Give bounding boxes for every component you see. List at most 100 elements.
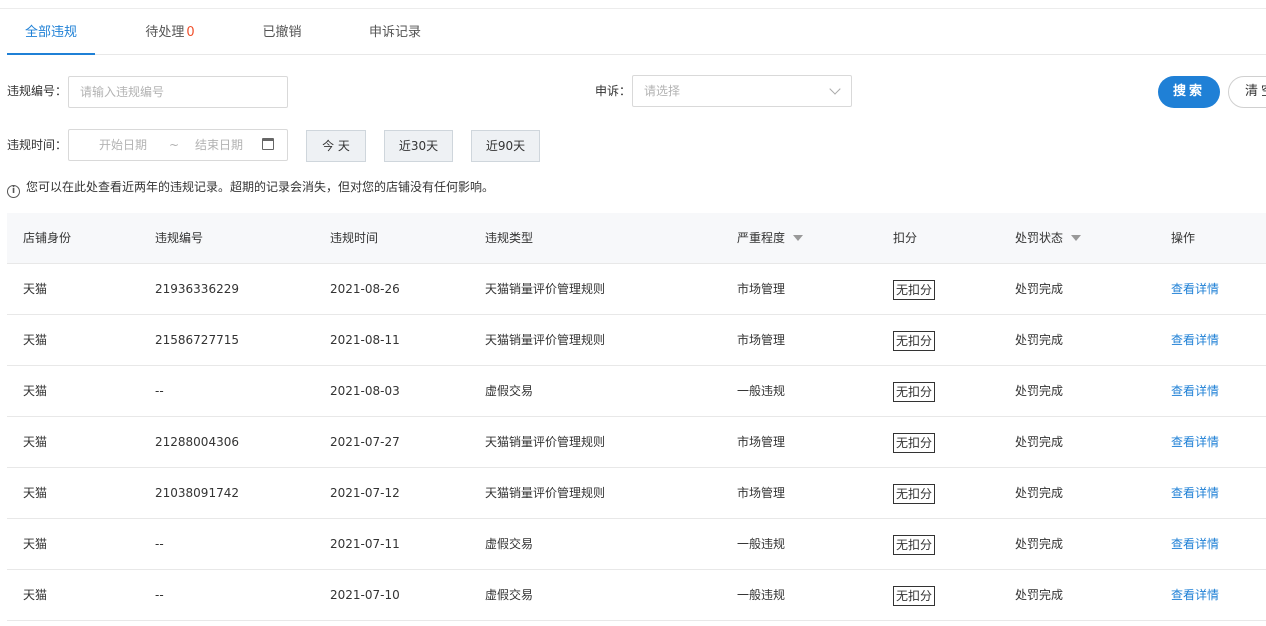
cell-violation-type: 虚假交易 [485,537,534,551]
tab-label: 待处理 [145,25,185,40]
tab-bar: 全部违规 待处理 0 已撤销 申诉记录 [7,14,1266,55]
view-details-link[interactable]: 查看详情 [1171,435,1219,449]
cell-store-identity: 天猫 [23,486,48,500]
cell-violation-time: 2021-07-11 [330,537,400,551]
last-30-days-button[interactable]: 近30天 [384,130,453,162]
cell-violation-time: 2021-08-26 [330,282,400,296]
cell-deduction: 无扣分 [893,366,936,416]
cell-penalty-status: 处罚完成 [1015,384,1064,398]
cell-violation-type: 天猫销量评价管理规则 [485,282,606,296]
clear-button[interactable]: 清空 [1228,76,1266,108]
table-row: 天猫 21288004306 2021-07-27 天猫销量评价管理规则 市场管理 无扣分… [7,417,1266,468]
view-details-link[interactable]: 查看详情 [1171,588,1219,602]
notice: i 您可以在此处查看近两年的违规记录。超期的记录会消失，但对您的店铺没有任何影响。 [7,179,494,198]
cell-store-identity: 天猫 [23,588,48,602]
cell-action: 查看详情 [1171,366,1219,416]
cell-violation-type: 天猫销量评价管理规则 [485,435,606,449]
tab-revoked[interactable]: 已撤销 [247,14,317,54]
deduction-badge: 无扣分 [893,585,936,606]
table-row: 天猫 21936336229 2021-08-26 天猫销量评价管理规则 市场管理 无扣分… [7,264,1266,315]
cell-store-identity: 天猫 [23,384,48,398]
tab-label: 申诉记录 [368,25,421,40]
col-penalty-status-label: 处罚状态 [1015,231,1064,245]
cell-violation-type: 虚假交易 [485,384,534,398]
cell-violation-no: -- [155,537,164,551]
cell-action: 查看详情 [1171,570,1219,620]
cell-deduction: 无扣分 [893,315,936,365]
cell-penalty-status: 处罚完成 [1015,588,1064,602]
cell-violation-no: -- [155,588,164,602]
violations-table: 店铺身份 违规编号 违规时间 违规类型 严重程度 扣分 处罚状态 操作 天猫 21… [7,213,1266,621]
cell-penalty-status: 处罚完成 [1015,486,1064,500]
cell-violation-no: 21586727715 [155,333,239,347]
notice-text: 您可以在此处查看近两年的违规记录。超期的记录会消失，但对您的店铺没有任何影响。 [26,180,495,194]
cell-store-identity: 天猫 [23,435,48,449]
cell-penalty-status: 处罚完成 [1015,537,1064,551]
deduction-badge: 无扣分 [893,534,936,555]
violation-time-label: 违规时间： [7,138,68,152]
violation-no-input[interactable]: 请输入违规编号 [68,76,288,108]
date-range-picker[interactable]: 开始日期 ~ 结束日期 [68,129,288,161]
calendar-icon [262,138,274,150]
top-divider [0,8,1266,9]
tab-all-violations[interactable]: 全部违规 [7,14,95,55]
cell-severity: 一般违规 [737,588,786,602]
tab-pending[interactable]: 待处理 0 [125,14,215,54]
deduction-badge: 无扣分 [893,432,936,453]
table-row: 天猫 -- 2021-07-11 虚假交易 一般违规 无扣分 处罚完成 查看详情 [7,519,1266,570]
appeal-label: 申诉： [595,84,632,98]
cell-violation-no: 21038091742 [155,486,239,500]
cell-action: 查看详情 [1171,468,1219,518]
table-body: 天猫 21936336229 2021-08-26 天猫销量评价管理规则 市场管理 无扣分… [7,264,1266,621]
cell-violation-no: 21936336229 [155,282,239,296]
violation-no-placeholder: 请输入违规编号 [80,85,165,99]
cell-severity: 市场管理 [737,486,786,500]
info-icon: i [7,185,20,198]
table-header: 店铺身份 违规编号 违规时间 违规类型 严重程度 扣分 处罚状态 操作 [7,213,1266,264]
view-details-link[interactable]: 查看详情 [1171,486,1219,500]
appeal-select[interactable]: 请选择 [632,75,852,107]
cell-violation-no: 21288004306 [155,435,239,449]
today-button[interactable]: 今 天 [306,130,366,162]
cell-store-identity: 天猫 [23,537,48,551]
cell-violation-type: 天猫销量评价管理规则 [485,333,606,347]
table-row: 天猫 -- 2021-07-10 虚假交易 一般违规 无扣分 处罚完成 查看详情 [7,570,1266,621]
cell-violation-no: -- [155,384,164,398]
col-penalty-status: 处罚状态 [1015,213,1082,263]
cell-action: 查看详情 [1171,315,1219,365]
cell-deduction: 无扣分 [893,264,936,314]
cell-action: 查看详情 [1171,417,1219,467]
cell-action: 查看详情 [1171,519,1219,569]
filter-icon[interactable] [793,234,804,241]
violation-no-label: 违规编号： [7,84,68,98]
cell-severity: 市场管理 [737,333,786,347]
view-details-link[interactable]: 查看详情 [1171,282,1219,296]
tab-appeal-records[interactable]: 申诉记录 [357,14,433,54]
table-row: 天猫 -- 2021-08-03 虚假交易 一般违规 无扣分 处罚完成 查看详情 [7,366,1266,417]
last-90-days-button[interactable]: 近90天 [471,130,540,162]
tab-label: 全部违规 [24,25,77,40]
view-details-link[interactable]: 查看详情 [1171,384,1219,398]
deduction-badge: 无扣分 [893,483,936,504]
col-action: 操作 [1171,231,1196,245]
search-button[interactable]: 搜索 [1158,76,1220,108]
pending-count: 0 [186,25,195,40]
view-details-link[interactable]: 查看详情 [1171,537,1219,551]
range-separator: ~ [169,138,180,152]
start-date-placeholder: 开始日期 [99,138,148,152]
cell-store-identity: 天猫 [23,333,48,347]
col-store-identity: 店铺身份 [23,231,72,245]
cell-store-identity: 天猫 [23,282,48,296]
cell-violation-time: 2021-07-12 [330,486,400,500]
cell-severity: 一般违规 [737,384,786,398]
cell-violation-type: 天猫销量评价管理规则 [485,486,606,500]
end-date-placeholder: 结束日期 [195,138,244,152]
view-details-link[interactable]: 查看详情 [1171,333,1219,347]
cell-deduction: 无扣分 [893,417,936,467]
deduction-badge: 无扣分 [893,279,936,300]
cell-deduction: 无扣分 [893,570,936,620]
cell-violation-time: 2021-08-11 [330,333,400,347]
filter-icon[interactable] [1071,234,1082,241]
table-row: 天猫 21038091742 2021-07-12 天猫销量评价管理规则 市场管理 无扣分… [7,468,1266,519]
cell-violation-time: 2021-07-10 [330,588,400,602]
